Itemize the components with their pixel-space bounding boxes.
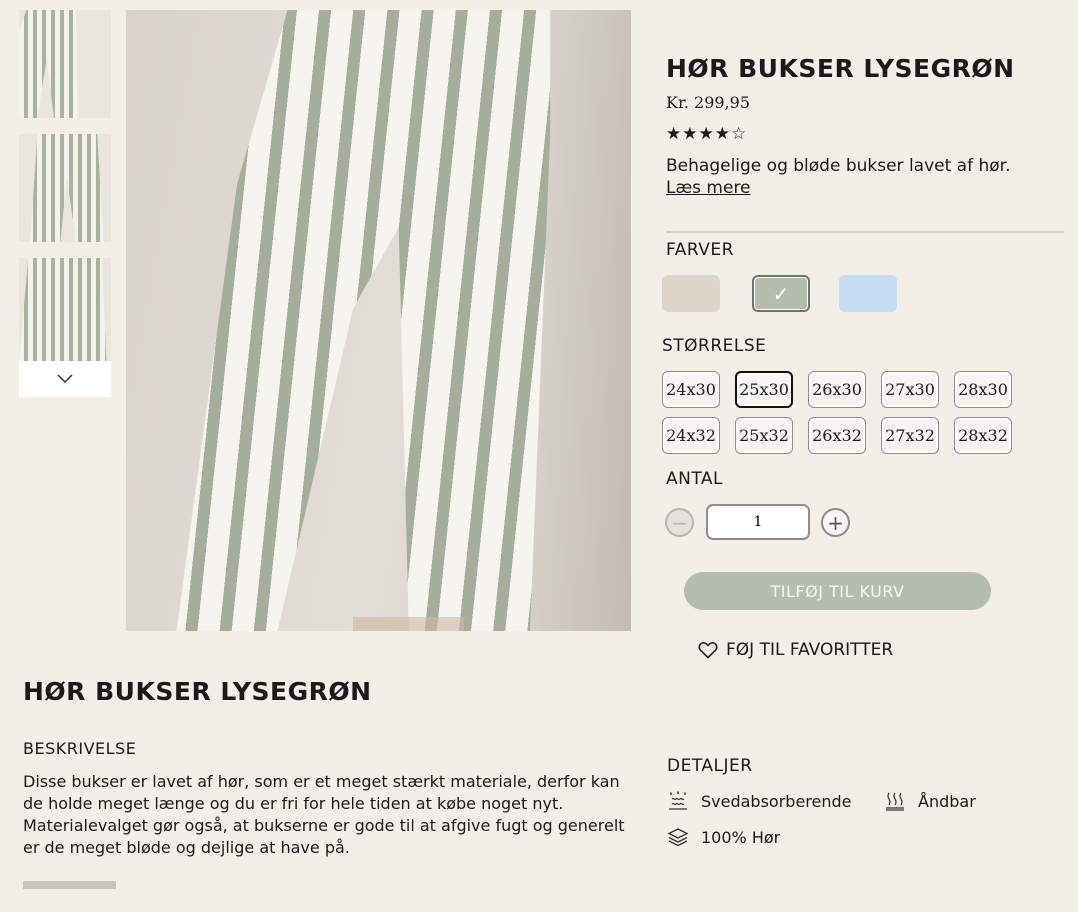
size-option[interactable]: 27x32 — [881, 417, 939, 454]
detail-label: Svedabsorberende — [701, 791, 852, 811]
layers-icon — [667, 826, 689, 848]
size-label: STØRRELSE — [662, 336, 767, 356]
quantity-decrease-button[interactable]: − — [665, 508, 694, 537]
minus-icon: − — [671, 510, 688, 535]
size-option-selected[interactable]: 25x30 — [735, 371, 793, 408]
size-option[interactable]: 26x30 — [808, 371, 866, 408]
size-option[interactable]: 28x30 — [954, 371, 1012, 408]
checkmark-icon: ✓ — [772, 281, 790, 306]
size-option[interactable]: 27x30 — [881, 371, 939, 408]
size-option[interactable]: 26x32 — [808, 417, 866, 454]
colors-label: FARVER — [666, 240, 734, 260]
description-label: BESKRIVELSE — [23, 739, 137, 758]
heat-waves-icon — [884, 790, 906, 812]
thumbnail-next-button[interactable] — [19, 361, 111, 397]
description-scroll-indicator — [23, 881, 116, 889]
description-title: HØR BUKSER LYSEGRØN — [23, 677, 372, 706]
quantity-increase-button[interactable]: + — [821, 508, 850, 537]
color-swatch-beige[interactable] — [662, 275, 720, 312]
quantity-label: ANTAL — [666, 469, 724, 489]
favorites-label: FØJ TIL FAVORITTER — [726, 640, 894, 660]
add-to-cart-button[interactable]: TILFØJ TIL KURV — [684, 572, 991, 610]
heart-icon — [698, 641, 718, 659]
size-option[interactable]: 24x32 — [662, 417, 720, 454]
size-option[interactable]: 24x30 — [662, 371, 720, 408]
short-description: Behagelige og bløde bukser lavet af hør. — [666, 156, 1011, 176]
size-option[interactable]: 28x32 — [954, 417, 1012, 454]
product-title: HØR BUKSER LYSEGRØN — [666, 54, 1015, 83]
thumbnail-column — [19, 10, 111, 397]
color-swatch-blue[interactable] — [839, 275, 897, 312]
size-option[interactable]: 25x32 — [735, 417, 793, 454]
details-label: DETALJER — [667, 756, 753, 776]
main-product-image — [126, 10, 631, 631]
thumbnail-1[interactable] — [19, 10, 111, 118]
detail-label: Åndbar — [918, 791, 976, 811]
plus-icon: + — [827, 510, 844, 535]
thumbnail-2[interactable] — [19, 134, 111, 242]
divider — [666, 231, 1064, 233]
chevron-down-icon — [57, 374, 73, 384]
description-text: Disse bukser er lavet af hør, som er et … — [23, 772, 625, 857]
detail-label: 100% Hør — [701, 827, 781, 847]
rating-stars: ★★★★☆ — [666, 124, 748, 144]
color-swatch-green-selected[interactable]: ✓ — [752, 275, 810, 312]
add-to-favorites-button[interactable]: FØJ TIL FAVORITTER — [698, 640, 893, 660]
sweat-drops-icon — [667, 790, 689, 812]
thumbnail-3[interactable] — [19, 258, 111, 361]
detail-item: 100% Hør — [667, 826, 780, 848]
read-more-link[interactable]: Læs mere — [666, 178, 751, 198]
quantity-input[interactable] — [706, 504, 810, 540]
detail-item: Åndbar — [884, 790, 976, 812]
detail-item: Svedabsorberende — [667, 790, 852, 812]
size-options: 24x30 25x30 26x30 27x30 28x30 24x32 25x3… — [662, 371, 1012, 454]
product-price: Kr. 299,95 — [666, 93, 750, 112]
